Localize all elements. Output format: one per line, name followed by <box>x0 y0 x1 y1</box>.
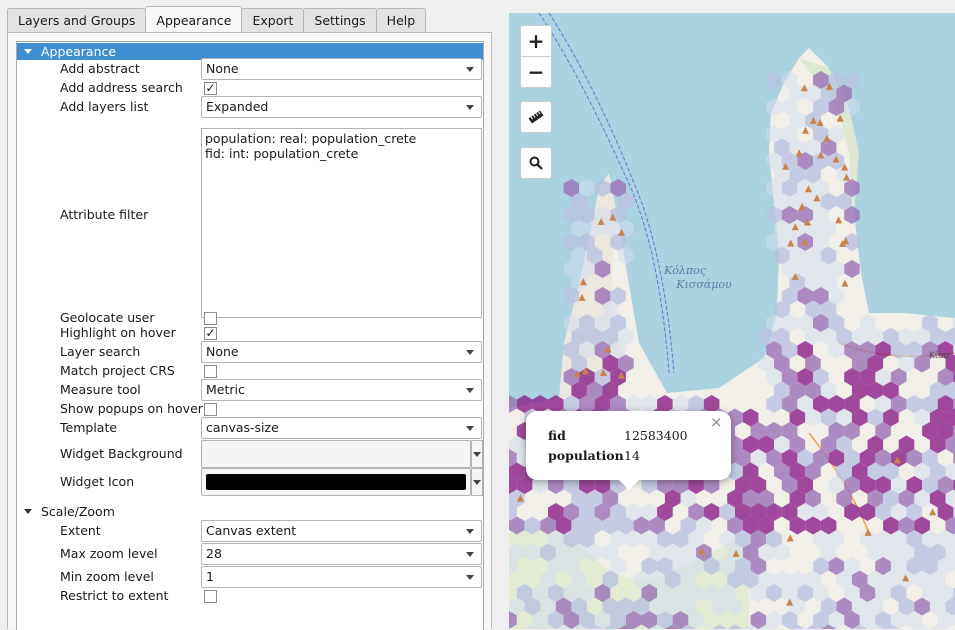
group-appearance-label: Appearance <box>41 44 116 59</box>
extent-select[interactable]: Canvas extent <box>201 520 482 542</box>
dropdown-arrow-icon <box>466 575 474 580</box>
highlight-on-hover-checkbox[interactable]: ✓ <box>204 327 217 340</box>
popup-key-fid: fid <box>548 428 566 443</box>
restrict-to-extent-label: Restrict to extent <box>60 587 168 605</box>
add-layers-list-label: Add layers list <box>60 98 148 116</box>
dropdown-arrow-icon <box>466 67 474 72</box>
measure-tool-value: Metric <box>206 382 245 397</box>
gulf-label-2: Κισσάμου <box>675 278 732 291</box>
max-zoom-select[interactable]: 28 <box>201 543 482 565</box>
population-hexagon-layer[interactable] <box>509 71 955 629</box>
feature-popup: × fid 12583400 population 14 <box>526 411 731 480</box>
population-hexagon[interactable] <box>766 71 782 89</box>
match-project-crs-label: Match project CRS <box>60 362 175 380</box>
dropdown-arrow-icon <box>466 426 474 431</box>
widget-icon-label: Widget Icon <box>60 473 134 491</box>
ruler-icon <box>528 109 544 125</box>
max-zoom-value: 28 <box>206 546 222 561</box>
dropdown-arrow-icon <box>466 350 474 355</box>
attribute-filter-item[interactable]: population: real: population_crete <box>205 131 478 146</box>
restrict-to-extent-checkbox[interactable] <box>204 590 217 603</box>
template-select[interactable]: canvas-size <box>201 417 482 439</box>
tab-settings[interactable]: Settings <box>303 8 376 32</box>
extent-label: Extent <box>60 522 101 540</box>
zoom-out-button[interactable]: − <box>521 57 551 87</box>
popup-value-fid: 12583400 <box>624 428 688 443</box>
settings-tree: Appearance Add abstract None Add address… <box>16 41 484 630</box>
widget-background-dropdown-button[interactable] <box>471 440 483 468</box>
widget-icon-dropdown-button[interactable] <box>471 468 483 496</box>
tab-bar: Layers and Groups Appearance Export Sett… <box>7 6 425 32</box>
widget-background-label: Widget Background <box>60 445 183 463</box>
zoom-control: + − <box>520 25 552 88</box>
max-zoom-label: Max zoom level <box>60 545 158 563</box>
dropdown-arrow-icon <box>466 529 474 534</box>
collapse-triangle-icon[interactable] <box>24 49 32 54</box>
extent-value: Canvas extent <box>206 523 296 538</box>
map-preview[interactable]: Κόλπος Κισσάμου Κίσσ + − × fid 12583400 … <box>509 13 955 629</box>
min-zoom-select[interactable]: 1 <box>201 566 482 588</box>
tab-export[interactable]: Export <box>241 8 304 32</box>
popup-value-population: 14 <box>624 448 640 463</box>
appearance-panel: Appearance Add abstract None Add address… <box>7 32 492 629</box>
measure-button[interactable] <box>521 102 551 132</box>
highlight-on-hover-label: Highlight on hover <box>60 324 176 342</box>
tab-appearance[interactable]: Appearance <box>145 6 242 33</box>
add-address-search-label: Add address search <box>60 79 183 97</box>
attribute-filter-item[interactable]: fid: int: population_crete <box>205 146 478 161</box>
widget-background-color-button[interactable] <box>201 440 471 468</box>
gulf-label-1: Κόλπος <box>663 264 707 277</box>
template-value: canvas-size <box>206 420 279 435</box>
dropdown-arrow-icon <box>466 388 474 393</box>
min-zoom-value: 1 <box>206 569 214 584</box>
tab-help[interactable]: Help <box>376 8 427 32</box>
town-label: Κίσσ <box>929 351 950 361</box>
search-button[interactable] <box>521 148 551 178</box>
widget-icon-swatch <box>206 474 466 490</box>
zoom-in-button[interactable]: + <box>521 26 551 56</box>
add-abstract-value: None <box>206 61 239 76</box>
settings-pane: Layers and Groups Appearance Export Sett… <box>0 0 500 629</box>
popup-key-population: population <box>548 448 624 463</box>
template-label: Template <box>60 419 117 437</box>
popup-close-icon[interactable]: × <box>710 413 723 431</box>
collapse-triangle-icon[interactable] <box>24 509 32 514</box>
geolocate-user-checkbox[interactable] <box>204 312 217 325</box>
add-abstract-label: Add abstract <box>60 60 140 78</box>
dropdown-arrow-icon <box>466 552 474 557</box>
widget-background-swatch <box>206 446 466 462</box>
add-abstract-select[interactable]: None <box>201 58 482 80</box>
show-popups-on-hover-label: Show popups on hover <box>60 400 203 418</box>
tab-layers-and-groups[interactable]: Layers and Groups <box>7 8 146 32</box>
layer-search-select[interactable]: None <box>201 341 482 363</box>
layer-search-label: Layer search <box>60 343 140 361</box>
add-layers-list-value: Expanded <box>206 99 268 114</box>
group-scale-zoom-label: Scale/Zoom <box>41 504 115 519</box>
map-canvas[interactable]: Κόλπος Κισσάμου Κίσσ <box>509 13 955 629</box>
attribute-filter-list[interactable]: population: real: population_crete fid: … <box>201 128 482 318</box>
dropdown-arrow-icon <box>466 105 474 110</box>
min-zoom-label: Min zoom level <box>60 568 154 586</box>
add-layers-list-select[interactable]: Expanded <box>201 96 482 118</box>
show-popups-on-hover-checkbox[interactable] <box>204 403 217 416</box>
measure-tool-select[interactable]: Metric <box>201 379 482 401</box>
widget-icon-color-button[interactable] <box>201 468 471 496</box>
measure-control <box>520 101 552 133</box>
measure-tool-label: Measure tool <box>60 381 141 399</box>
match-project-crs-checkbox[interactable] <box>204 365 217 378</box>
search-control <box>520 147 552 179</box>
group-scale-zoom[interactable]: Scale/Zoom <box>17 503 483 520</box>
add-address-search-checkbox[interactable]: ✓ <box>204 82 217 95</box>
magnifier-icon <box>529 156 543 170</box>
attribute-filter-label: Attribute filter <box>60 206 148 224</box>
layer-search-value: None <box>206 344 239 359</box>
